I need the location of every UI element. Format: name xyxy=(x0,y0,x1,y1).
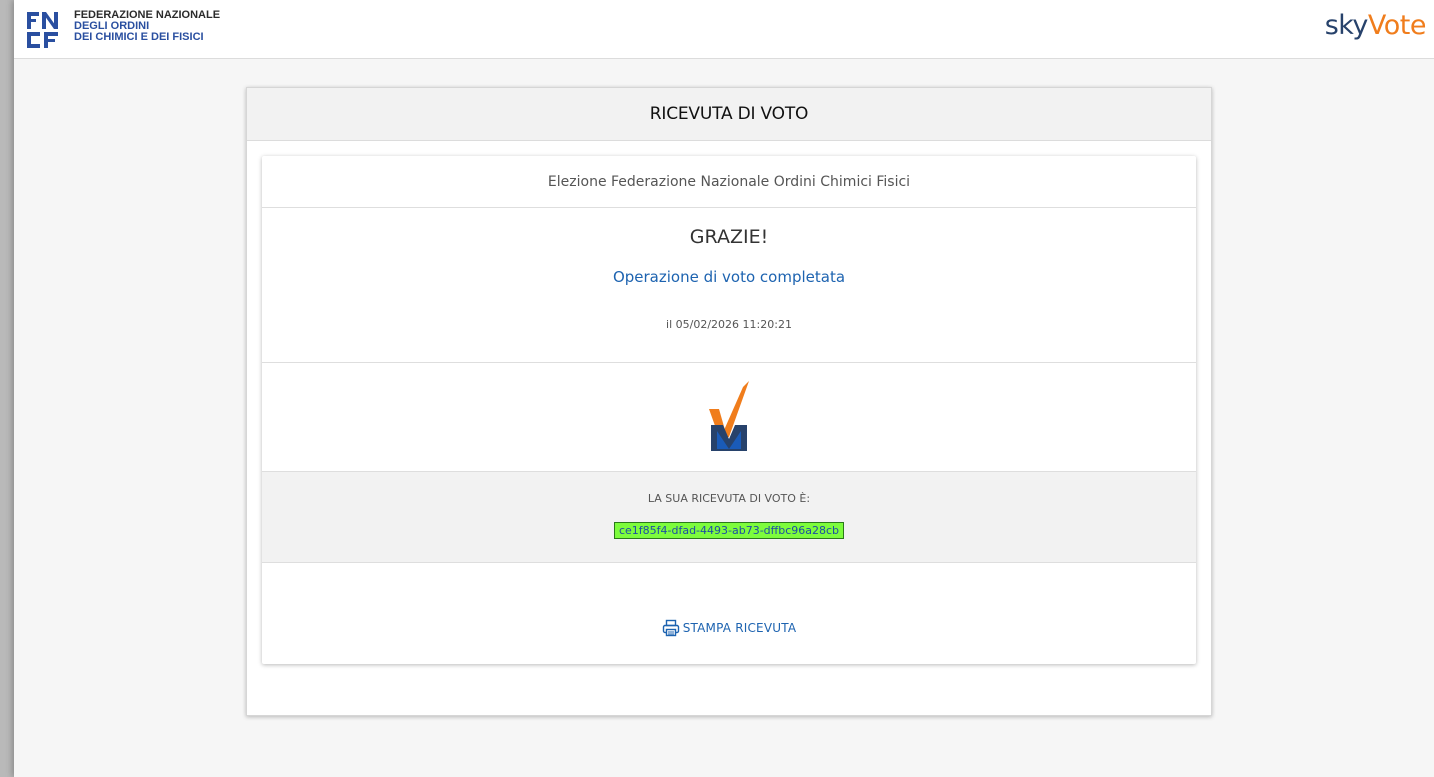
browser-frame: FEDERAZIONE NAZIONALE DEGLI ORDINI DEI C… xyxy=(14,0,1434,777)
skyvote-logo-part: ote xyxy=(1383,10,1427,41)
skyvote-logo-part: V xyxy=(1367,10,1384,41)
print-section: STAMPA RICEVUTA xyxy=(262,563,1196,663)
vote-timestamp: il 05/02/2026 11:20:21 xyxy=(666,318,792,331)
print-receipt-label: STAMPA RICEVUTA xyxy=(682,621,797,635)
receipt-code-section: LA SUA RICEVUTA DI VOTO È: ce1f85f4-dfad… xyxy=(262,472,1196,563)
receipt-panel: RICEVUTA DI VOTO Elezione Federazione Na… xyxy=(246,87,1212,716)
election-name: Elezione Federazione Nazionale Ordini Ch… xyxy=(547,173,911,190)
thanks-section: GRAZIE! Operazione di voto completata il… xyxy=(262,208,1196,363)
thanks-heading: GRAZIE! xyxy=(689,226,769,248)
election-name-section: Elezione Federazione Nazionale Ordini Ch… xyxy=(262,156,1196,208)
printer-icon xyxy=(662,619,679,637)
check-v-icon xyxy=(709,381,749,451)
fncf-logo: FEDERAZIONE NAZIONALE DEGLI ORDINI DEI C… xyxy=(24,10,220,50)
receipt-label: LA SUA RICEVUTA DI VOTO È: xyxy=(647,492,811,505)
receipt-code: ce1f85f4-dfad-4493-ab73-dffbc96a28cb xyxy=(613,522,845,539)
print-receipt-button[interactable]: STAMPA RICEVUTA xyxy=(662,619,797,637)
vote-status: Operazione di voto completata xyxy=(612,268,846,286)
panel-title: RICEVUTA DI VOTO xyxy=(247,88,1211,141)
fncf-logo-icon xyxy=(24,10,68,50)
fncf-logo-line: DEI CHIMICI E DEI FISICI xyxy=(74,31,204,43)
vote-logo-section xyxy=(262,363,1196,472)
skyvote-logo: skyVote xyxy=(1324,10,1427,41)
skyvote-logo-part: sky xyxy=(1324,10,1369,41)
top-bar: FEDERAZIONE NAZIONALE DEGLI ORDINI DEI C… xyxy=(14,0,1434,59)
fncf-logo-text: FEDERAZIONE NAZIONALE DEGLI ORDINI DEI C… xyxy=(74,10,220,43)
receipt-card: Elezione Federazione Nazionale Ordini Ch… xyxy=(262,156,1196,664)
